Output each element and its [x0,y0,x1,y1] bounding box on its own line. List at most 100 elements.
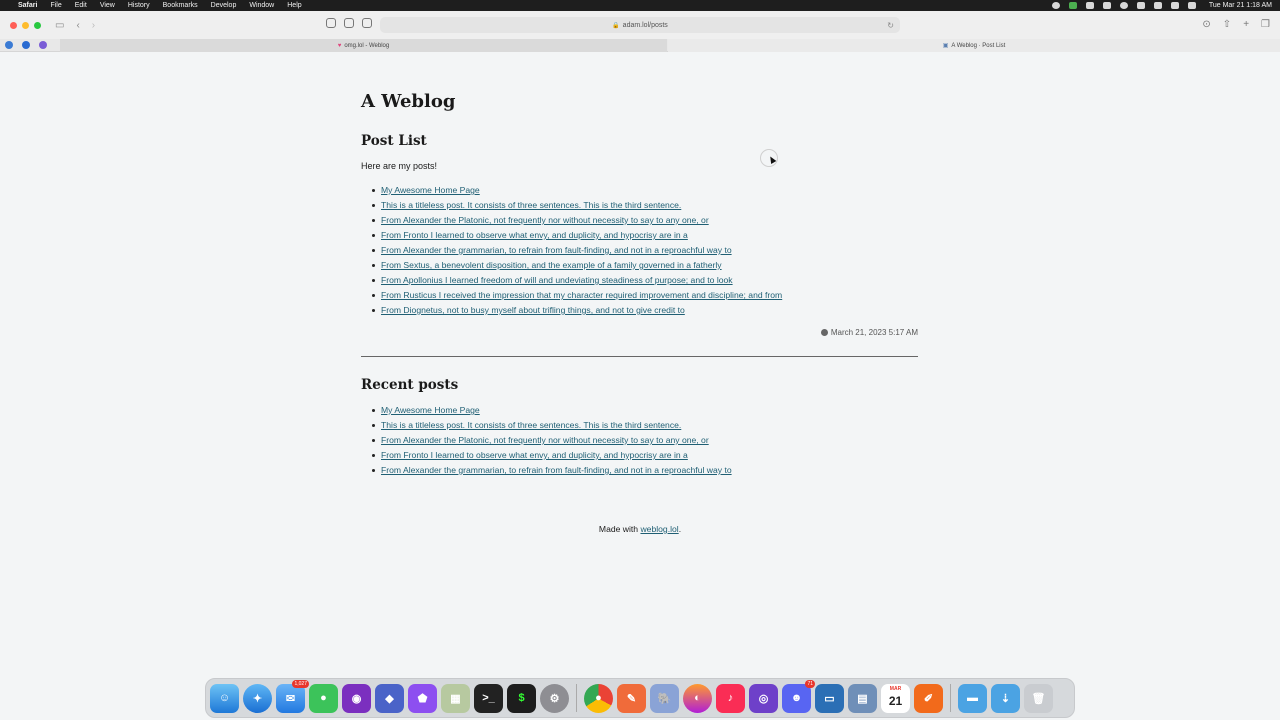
sidebar-icon[interactable]: ▭ [55,20,64,31]
web-page: A Weblog Post List Here are my posts! My… [0,53,1280,677]
privacy-extension-icon[interactable] [326,18,336,28]
podcasts-icon[interactable]: ◉ [342,683,371,713]
menu-edit[interactable]: Edit [75,2,87,9]
lock-icon: 🔒 [612,22,620,29]
firefox-icon[interactable]: ◐ [683,683,712,713]
recent-post-link[interactable]: This is a titleless post. It consists of… [381,420,681,430]
post-link[interactable]: From Fronto I learned to observe what en… [381,230,688,240]
list-item: From Alexander the Platonic, not frequen… [371,215,782,230]
tab-overview-icon[interactable]: ❐ [1261,19,1270,30]
tableplus-icon[interactable]: 🐘 [650,683,679,713]
preview-icon[interactable]: ▤ [848,683,877,713]
wifi-icon[interactable] [1153,2,1162,9]
screen-sharing-icon[interactable]: ▭ [815,683,844,713]
messages-icon[interactable]: ● [309,683,338,713]
password-extension-icon[interactable] [344,18,354,28]
post-timestamp: March 21, 2023 5:17 AM [820,328,918,337]
post-link[interactable]: From Alexander the Platonic, not frequen… [381,215,709,225]
github-icon[interactable]: ◎ [749,683,778,713]
menu-help[interactable]: Help [287,2,301,9]
terminal-icon[interactable]: >_ [474,683,503,713]
sketch-pencil-icon[interactable]: ✎ [617,683,646,713]
intro-text: Here are my posts! [361,161,438,171]
zoom-window-button[interactable] [34,21,41,29]
post-link[interactable]: My Awesome Home Page [381,185,480,195]
dock-area: ☺ ✦ ✉ 1,027 ● ◉ ◆ ⬟ ▦ >_ $ ⚙ ● ✎ 🐘 ◐ ♪ ◎ … [0,677,1280,720]
recent-post-link[interactable]: My Awesome Home Page [381,405,480,415]
discord-badge: 71 [805,679,815,688]
calendar-icon[interactable]: MAR 21 [881,683,910,713]
trash-icon[interactable]: 🗑 [1024,683,1053,713]
calendar-day: 21 [888,694,903,708]
grid-app-icon[interactable]: ▦ [441,683,470,713]
menu-history[interactable]: History [128,2,150,9]
menu-app-name[interactable]: Safari [18,2,37,9]
grid-icon[interactable] [1102,2,1111,9]
timestamp-text: March 21, 2023 5:17 AM [830,328,918,337]
footer-period: . [678,524,682,534]
battery-icon[interactable] [1136,2,1145,9]
menu-develop[interactable]: Develop [211,2,237,9]
pinned-tab-3[interactable] [39,41,47,49]
app-store-stack-icon[interactable]: ◆ [375,683,404,713]
pinned-tab-2[interactable] [22,41,30,49]
menu-bar: Safari File Edit View History Bookmarks … [0,0,1280,11]
music-icon[interactable]: ♪ [716,683,745,713]
post-link[interactable]: From Rusticus I received the impression … [381,290,782,300]
search-icon[interactable] [1170,2,1179,9]
post-link[interactable]: From Sextus, a benevolent disposition, a… [381,260,722,270]
weblog-lol-link[interactable]: weblog.lol [640,524,678,534]
tab-a-weblog-post-list[interactable]: ▣ A Weblog · Post List [668,39,1280,52]
close-window-button[interactable] [10,21,17,29]
tab-title: A Weblog · Post List [951,42,1006,49]
recent-post-link[interactable]: From Fronto I learned to observe what en… [381,450,688,460]
post-link[interactable]: This is a titleless post. It consists of… [381,200,681,210]
menu-bookmarks[interactable]: Bookmarks [163,2,198,9]
back-icon[interactable]: ‹ [76,20,79,31]
reload-icon[interactable]: ↻ [887,21,894,30]
forward-icon[interactable]: › [92,20,95,31]
tab-omg-lol-weblog[interactable]: ♥ omg.lol - Weblog [60,39,667,52]
pencil-app-icon[interactable]: ✐ [914,683,943,713]
list-item: This is a titleless post. It consists of… [371,200,782,215]
toolbar-right: ⊙ ⇧ + ❐ [1202,19,1270,30]
new-tab-icon[interactable]: + [1243,19,1249,30]
list-item: From Fronto I learned to observe what en… [372,450,732,465]
iterm-icon[interactable]: $ [507,683,536,713]
recent-post-list: My Awesome Home Page This is a titleless… [372,405,732,480]
record-icon[interactable] [1051,2,1060,9]
dropbox-icon[interactable] [1085,2,1094,9]
recent-post-link[interactable]: From Alexander the grammarian, to refrai… [381,465,732,475]
download-icon[interactable]: ⊙ [1202,19,1210,30]
circle-status-icon[interactable] [1119,2,1128,9]
minimize-window-button[interactable] [22,21,29,29]
menu-window[interactable]: Window [249,2,274,9]
menu-view[interactable]: View [100,2,115,9]
post-link[interactable]: From Alexander the grammarian, to refrai… [381,245,732,255]
tab-title: omg.lol - Weblog [344,42,390,49]
chrome-icon[interactable]: ● [584,683,613,713]
safari-icon[interactable]: ✦ [243,683,272,713]
pinned-tab-1[interactable] [5,41,13,49]
recent-post-link[interactable]: From Alexander the Platonic, not frequen… [381,435,709,445]
control-center-icon[interactable] [1187,2,1196,9]
system-settings-icon[interactable]: ⚙ [540,683,569,713]
mail-icon[interactable]: ✉ 1,027 [276,679,309,713]
share-icon[interactable]: ⇧ [1223,19,1231,30]
address-bar[interactable]: 🔒 adam.lol/posts ↻ [380,17,900,33]
obsidian-icon[interactable]: ⬟ [408,683,437,713]
list-item: From Diognetus, not to busy myself about… [371,305,782,320]
menu-clock[interactable]: Tue Mar 21 1:18 AM [1209,2,1272,9]
site-title[interactable]: A Weblog [361,91,455,112]
downloads-folder-icon[interactable]: ⇣ [991,683,1020,713]
app-status-icon[interactable] [1068,2,1077,9]
post-link[interactable]: From Apollonius I learned freedom of wil… [381,275,733,285]
menu-file[interactable]: File [50,2,61,9]
discord-icon[interactable]: ☻ 71 [782,679,815,713]
shield-extension-icon[interactable] [362,18,372,28]
finder-icon[interactable]: ☺ [210,683,239,713]
post-list-heading: Post List [361,133,427,149]
folder-icon[interactable]: ▬ [958,683,987,713]
post-link[interactable]: From Diognetus, not to busy myself about… [381,305,685,315]
recent-posts-heading: Recent posts [361,377,459,393]
